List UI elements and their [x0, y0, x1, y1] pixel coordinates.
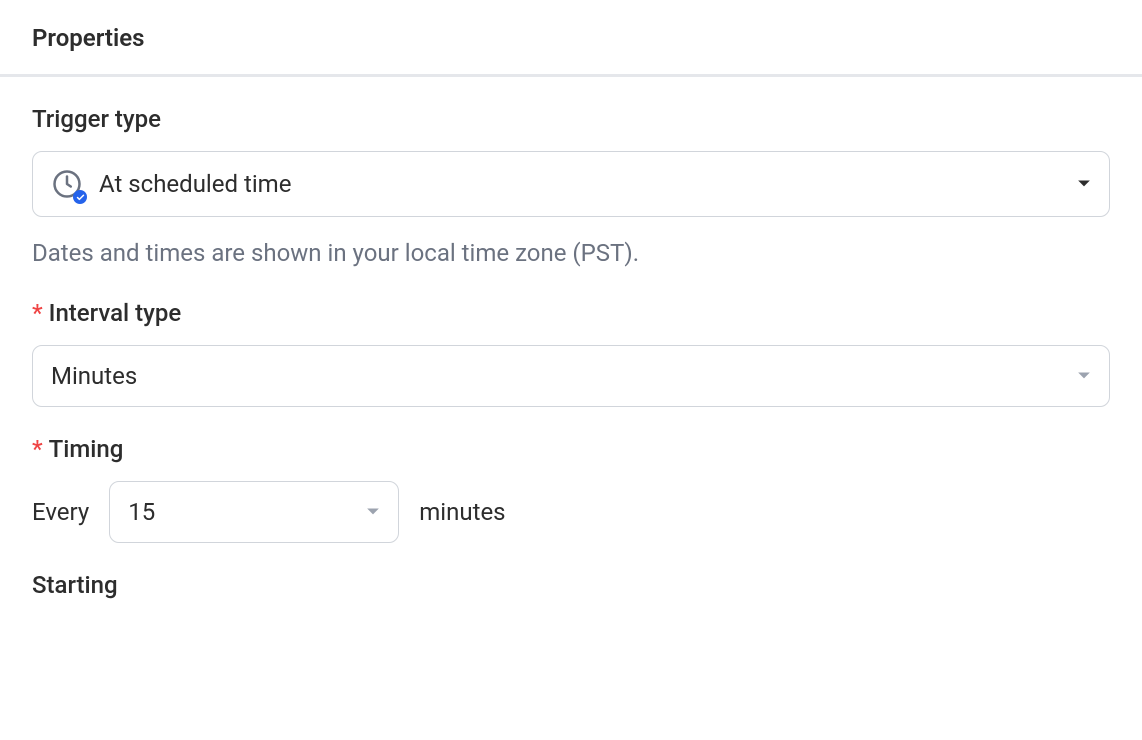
- check-badge-icon: [73, 190, 87, 204]
- timing-suffix: minutes: [419, 498, 505, 526]
- clock-icon: [51, 168, 83, 200]
- chevron-down-icon: [366, 507, 380, 517]
- timing-row: Every 15 minutes: [32, 481, 1110, 543]
- chevron-down-icon: [1077, 179, 1091, 189]
- required-marker: *: [32, 299, 43, 327]
- properties-content: Trigger type At scheduled time: [0, 77, 1142, 655]
- timing-value-select[interactable]: 15: [109, 481, 399, 543]
- trigger-type-label: Trigger type: [32, 105, 1110, 133]
- page-title: Properties: [32, 24, 1110, 52]
- chevron-down-icon: [1077, 371, 1091, 381]
- trigger-type-helper: Dates and times are shown in your local …: [32, 239, 1110, 267]
- trigger-type-value: At scheduled time: [99, 170, 1077, 198]
- interval-type-select[interactable]: Minutes: [32, 345, 1110, 407]
- interval-type-value: Minutes: [51, 362, 1077, 390]
- timing-label: *Timing: [32, 435, 1110, 463]
- trigger-type-select[interactable]: At scheduled time: [32, 151, 1110, 217]
- timing-field: *Timing Every 15 minutes: [32, 435, 1110, 543]
- required-marker: *: [32, 435, 43, 463]
- properties-header: Properties: [0, 0, 1142, 77]
- starting-field: Starting: [32, 571, 1110, 599]
- starting-label: Starting: [32, 571, 1110, 599]
- timing-value: 15: [128, 498, 366, 526]
- trigger-type-field: Trigger type At scheduled time: [32, 105, 1110, 267]
- timing-prefix: Every: [32, 498, 89, 526]
- interval-type-field: *Interval type Minutes: [32, 299, 1110, 407]
- interval-type-label: *Interval type: [32, 299, 1110, 327]
